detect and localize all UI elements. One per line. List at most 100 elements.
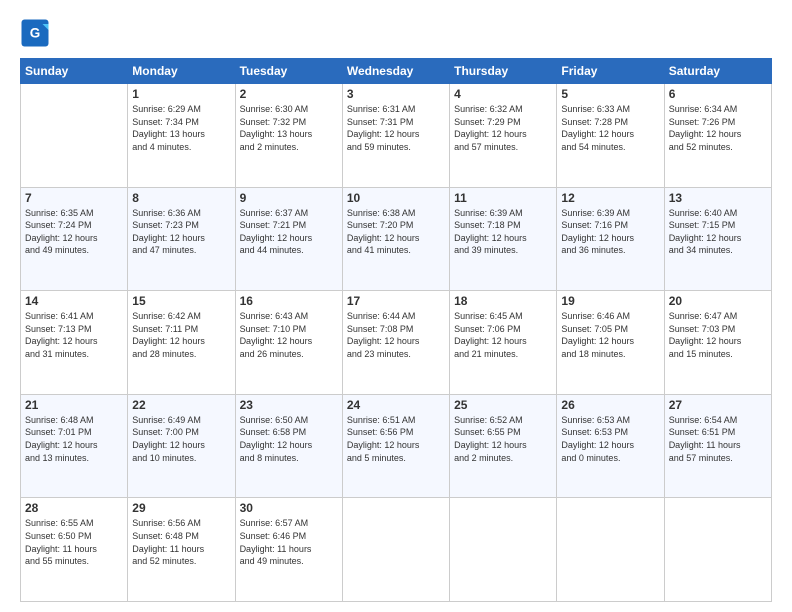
calendar-cell: 29 Sunrise: 6:56 AM Sunset: 6:48 PM Dayli… xyxy=(128,498,235,602)
col-header-friday: Friday xyxy=(557,59,664,84)
day-info: Sunrise: 6:37 AM Sunset: 7:21 PM Dayligh… xyxy=(240,207,338,257)
day-info: Sunrise: 6:39 AM Sunset: 7:16 PM Dayligh… xyxy=(561,207,659,257)
col-header-wednesday: Wednesday xyxy=(342,59,449,84)
day-number: 25 xyxy=(454,398,552,412)
day-number: 24 xyxy=(347,398,445,412)
calendar-cell: 11 Sunrise: 6:39 AM Sunset: 7:18 PM Dayli… xyxy=(450,187,557,291)
col-header-tuesday: Tuesday xyxy=(235,59,342,84)
calendar-cell xyxy=(342,498,449,602)
week-row-0: 1 Sunrise: 6:29 AM Sunset: 7:34 PM Daylig… xyxy=(21,84,772,188)
calendar-cell xyxy=(557,498,664,602)
day-info: Sunrise: 6:51 AM Sunset: 6:56 PM Dayligh… xyxy=(347,414,445,464)
week-row-3: 21 Sunrise: 6:48 AM Sunset: 7:01 PM Dayli… xyxy=(21,394,772,498)
day-number: 16 xyxy=(240,294,338,308)
week-row-2: 14 Sunrise: 6:41 AM Sunset: 7:13 PM Dayli… xyxy=(21,291,772,395)
day-info: Sunrise: 6:49 AM Sunset: 7:00 PM Dayligh… xyxy=(132,414,230,464)
calendar-cell: 14 Sunrise: 6:41 AM Sunset: 7:13 PM Dayli… xyxy=(21,291,128,395)
calendar-cell: 7 Sunrise: 6:35 AM Sunset: 7:24 PM Daylig… xyxy=(21,187,128,291)
day-info: Sunrise: 6:53 AM Sunset: 6:53 PM Dayligh… xyxy=(561,414,659,464)
day-info: Sunrise: 6:29 AM Sunset: 7:34 PM Dayligh… xyxy=(132,103,230,153)
day-info: Sunrise: 6:55 AM Sunset: 6:50 PM Dayligh… xyxy=(25,517,123,567)
day-info: Sunrise: 6:30 AM Sunset: 7:32 PM Dayligh… xyxy=(240,103,338,153)
calendar-cell: 17 Sunrise: 6:44 AM Sunset: 7:08 PM Dayli… xyxy=(342,291,449,395)
col-header-sunday: Sunday xyxy=(21,59,128,84)
calendar-cell xyxy=(664,498,771,602)
calendar-cell: 10 Sunrise: 6:38 AM Sunset: 7:20 PM Dayli… xyxy=(342,187,449,291)
day-number: 23 xyxy=(240,398,338,412)
col-header-monday: Monday xyxy=(128,59,235,84)
calendar-cell: 25 Sunrise: 6:52 AM Sunset: 6:55 PM Dayli… xyxy=(450,394,557,498)
day-number: 5 xyxy=(561,87,659,101)
day-info: Sunrise: 6:34 AM Sunset: 7:26 PM Dayligh… xyxy=(669,103,767,153)
day-info: Sunrise: 6:46 AM Sunset: 7:05 PM Dayligh… xyxy=(561,310,659,360)
day-number: 6 xyxy=(669,87,767,101)
calendar-cell: 20 Sunrise: 6:47 AM Sunset: 7:03 PM Dayli… xyxy=(664,291,771,395)
calendar-cell: 27Sunrise: 6:54 AM Sunset: 6:51 PM Dayli… xyxy=(664,394,771,498)
day-info: Sunrise: 6:33 AM Sunset: 7:28 PM Dayligh… xyxy=(561,103,659,153)
svg-text:G: G xyxy=(30,26,41,41)
calendar-cell: 24 Sunrise: 6:51 AM Sunset: 6:56 PM Dayli… xyxy=(342,394,449,498)
day-number: 4 xyxy=(454,87,552,101)
page: G SundayMondayTuesdayWednesdayThursdayFr… xyxy=(0,0,792,612)
calendar-cell: 1 Sunrise: 6:29 AM Sunset: 7:34 PM Daylig… xyxy=(128,84,235,188)
day-number: 12 xyxy=(561,191,659,205)
day-info: Sunrise: 6:44 AM Sunset: 7:08 PM Dayligh… xyxy=(347,310,445,360)
day-number: 27 xyxy=(669,398,767,412)
day-number: 20 xyxy=(669,294,767,308)
day-info: Sunrise: 6:48 AM Sunset: 7:01 PM Dayligh… xyxy=(25,414,123,464)
day-info: Sunrise: 6:56 AM Sunset: 6:48 PM Dayligh… xyxy=(132,517,230,567)
calendar-table: SundayMondayTuesdayWednesdayThursdayFrid… xyxy=(20,58,772,602)
day-number: 30 xyxy=(240,501,338,515)
calendar-cell xyxy=(21,84,128,188)
calendar-cell xyxy=(450,498,557,602)
col-header-saturday: Saturday xyxy=(664,59,771,84)
calendar-cell: 12 Sunrise: 6:39 AM Sunset: 7:16 PM Dayli… xyxy=(557,187,664,291)
calendar-cell: 21 Sunrise: 6:48 AM Sunset: 7:01 PM Dayli… xyxy=(21,394,128,498)
day-number: 14 xyxy=(25,294,123,308)
calendar-header-row: SundayMondayTuesdayWednesdayThursdayFrid… xyxy=(21,59,772,84)
day-number: 21 xyxy=(25,398,123,412)
day-info: Sunrise: 6:35 AM Sunset: 7:24 PM Dayligh… xyxy=(25,207,123,257)
day-number: 22 xyxy=(132,398,230,412)
calendar-cell: 28 Sunrise: 6:55 AM Sunset: 6:50 PM Dayli… xyxy=(21,498,128,602)
day-number: 3 xyxy=(347,87,445,101)
day-number: 8 xyxy=(132,191,230,205)
day-info: Sunrise: 6:32 AM Sunset: 7:29 PM Dayligh… xyxy=(454,103,552,153)
day-number: 10 xyxy=(347,191,445,205)
day-info: Sunrise: 6:42 AM Sunset: 7:11 PM Dayligh… xyxy=(132,310,230,360)
calendar-cell: 16 Sunrise: 6:43 AM Sunset: 7:10 PM Dayli… xyxy=(235,291,342,395)
day-number: 28 xyxy=(25,501,123,515)
day-info: Sunrise: 6:47 AM Sunset: 7:03 PM Dayligh… xyxy=(669,310,767,360)
day-number: 1 xyxy=(132,87,230,101)
day-info: Sunrise: 6:43 AM Sunset: 7:10 PM Dayligh… xyxy=(240,310,338,360)
day-number: 13 xyxy=(669,191,767,205)
day-info: Sunrise: 6:50 AM Sunset: 6:58 PM Dayligh… xyxy=(240,414,338,464)
day-info: Sunrise: 6:36 AM Sunset: 7:23 PM Dayligh… xyxy=(132,207,230,257)
calendar-cell: 2 Sunrise: 6:30 AM Sunset: 7:32 PM Daylig… xyxy=(235,84,342,188)
calendar-cell: 22 Sunrise: 6:49 AM Sunset: 7:00 PM Dayli… xyxy=(128,394,235,498)
day-info: Sunrise: 6:40 AM Sunset: 7:15 PM Dayligh… xyxy=(669,207,767,257)
calendar-cell: 15 Sunrise: 6:42 AM Sunset: 7:11 PM Dayli… xyxy=(128,291,235,395)
header: G xyxy=(20,18,772,48)
day-number: 29 xyxy=(132,501,230,515)
day-number: 26 xyxy=(561,398,659,412)
day-number: 17 xyxy=(347,294,445,308)
day-info: Sunrise: 6:39 AM Sunset: 7:18 PM Dayligh… xyxy=(454,207,552,257)
calendar-cell: 5 Sunrise: 6:33 AM Sunset: 7:28 PM Daylig… xyxy=(557,84,664,188)
calendar-cell: 18Sunrise: 6:45 AM Sunset: 7:06 PM Dayli… xyxy=(450,291,557,395)
day-number: 9 xyxy=(240,191,338,205)
day-info: Sunrise: 6:38 AM Sunset: 7:20 PM Dayligh… xyxy=(347,207,445,257)
day-number: 2 xyxy=(240,87,338,101)
day-number: 19 xyxy=(561,294,659,308)
day-info: Sunrise: 6:52 AM Sunset: 6:55 PM Dayligh… xyxy=(454,414,552,464)
day-number: 15 xyxy=(132,294,230,308)
day-number: 11 xyxy=(454,191,552,205)
calendar-cell: 26 Sunrise: 6:53 AM Sunset: 6:53 PM Dayli… xyxy=(557,394,664,498)
week-row-1: 7 Sunrise: 6:35 AM Sunset: 7:24 PM Daylig… xyxy=(21,187,772,291)
calendar-cell: 3Sunrise: 6:31 AM Sunset: 7:31 PM Daylig… xyxy=(342,84,449,188)
day-info: Sunrise: 6:57 AM Sunset: 6:46 PM Dayligh… xyxy=(240,517,338,567)
day-info: Sunrise: 6:41 AM Sunset: 7:13 PM Dayligh… xyxy=(25,310,123,360)
logo: G xyxy=(20,18,54,48)
day-number: 7 xyxy=(25,191,123,205)
calendar-cell: 23 Sunrise: 6:50 AM Sunset: 6:58 PM Dayli… xyxy=(235,394,342,498)
